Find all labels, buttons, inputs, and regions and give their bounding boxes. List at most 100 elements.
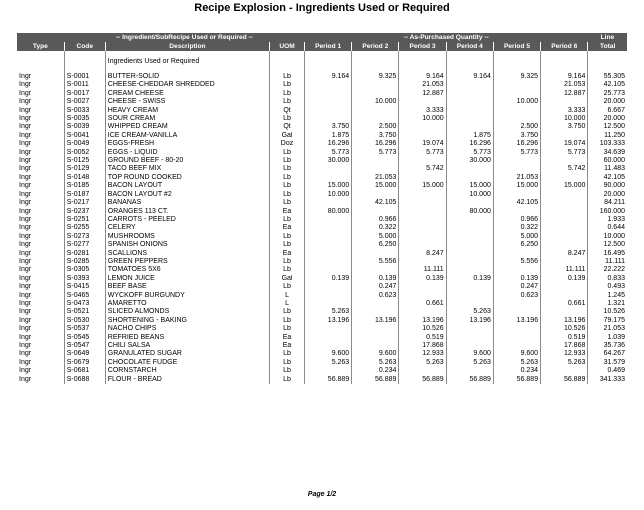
cell-type: Ingr: [19, 266, 32, 274]
cell-type: Ingr: [19, 106, 32, 114]
cell-description: CHILI SALSA: [104, 342, 270, 351]
table-row: Ingr S-0052 EGGS - LIQUID Lb 5.773 5.773 5.773…: [17, 148, 627, 158]
cell-period-6: 11.111: [540, 266, 588, 275]
cell-type: Ingr: [19, 274, 32, 282]
cell-period-5: [492, 89, 541, 99]
cell-period-5: 5.773: [492, 148, 541, 158]
cell-total: 55.305: [587, 73, 627, 82]
cell-period-2: 16.296: [351, 140, 399, 149]
cell-description: GREEN PEPPERS: [104, 257, 270, 267]
cell-code: S-0465: [63, 291, 106, 300]
cell-period-2: [351, 308, 399, 317]
table-row: Ingr S-0027 CHEESE - SWISS Lb 10.000 10.000 20…: [17, 98, 627, 107]
cell-period-1: [303, 224, 352, 233]
cell-period-3: 13.196: [398, 316, 447, 326]
cell-period-2: 2.500: [351, 123, 399, 132]
cell-period-5: [492, 333, 541, 342]
cell-period-1: 15.000: [303, 182, 352, 191]
cell-period-3: [398, 157, 447, 166]
cell-code: S-0187: [63, 190, 106, 200]
cell-type: Ingr: [19, 123, 32, 131]
table-row: Ingr S-0465 WYCKOFF BURGUNDY L 0.623 0.623 1.2…: [17, 291, 627, 300]
cell-description: TACO BEEF MIX: [104, 165, 270, 174]
cell-code: S-0001: [63, 73, 106, 82]
cell-period-3: [398, 308, 447, 317]
cell-total: 1.039: [587, 333, 627, 342]
table-row: Ingr S-0001 BUTTER-SOLID Lb 9.164 9.325 9.164 9…: [17, 73, 627, 82]
cell-type: Ingr: [19, 367, 32, 375]
cell-uom: Lb: [269, 81, 305, 90]
cell-code: S-0217: [63, 199, 106, 208]
cell-code: S-0041: [63, 131, 106, 141]
cell-period-2: 0.322: [351, 224, 399, 233]
cell-total: 6.667: [587, 106, 627, 116]
table-row: Ingr S-0393 LEMON JUICE Gal 0.139 0.139 0.139 0…: [17, 274, 627, 284]
cell-period-4: 13.196: [445, 316, 494, 326]
cell-period-4: [445, 283, 494, 292]
cell-period-1: 0.139: [303, 274, 352, 284]
cell-period-5: [492, 207, 541, 216]
table-row: Ingr S-0681 CORNSTARCH Lb 0.234 0.234 0.469: [17, 367, 627, 376]
cell-period-5: [492, 342, 541, 351]
cell-period-4: 80.000: [445, 207, 494, 216]
cell-period-1: [303, 215, 352, 225]
cell-period-4: 15.000: [445, 182, 494, 191]
cell-type: Ingr: [19, 165, 32, 173]
cell-period-5: 0.966: [492, 215, 541, 225]
cell-period-1: [303, 325, 352, 334]
cell-period-6: [540, 131, 588, 141]
cell-period-2: 9.325: [351, 73, 399, 82]
cell-type: Ingr: [19, 215, 32, 223]
cell-period-3: 5.742: [398, 165, 447, 174]
cell-period-1: [303, 199, 352, 208]
cell-period-3: 5.773: [398, 148, 447, 158]
section-label: Ingredients Used or Required: [104, 55, 270, 69]
table-row: Ingr S-0187 BACON LAYOUT #2 Lb 10.000 10.000 2…: [17, 190, 627, 200]
cell-total: 11.250: [587, 131, 627, 141]
table-row: Ingr S-0041 ICE CREAM-VANILLA Gal 1.875 3.750…: [17, 131, 627, 141]
cell-period-4: [445, 342, 494, 351]
cell-period-4: [445, 165, 494, 174]
cell-type: Ingr: [19, 283, 32, 291]
cell-period-2: 0.139: [351, 274, 399, 284]
cell-code: S-0545: [63, 333, 106, 342]
cell-period-2: 5.773: [351, 148, 399, 158]
table-row: Ingr S-0305 TOMATOES 5X6 Lb 11.111 11.111 22.2…: [17, 266, 627, 275]
cell-type: Ingr: [19, 157, 32, 165]
cell-type: Ingr: [19, 131, 32, 139]
cell-uom: Lb: [269, 308, 305, 317]
table-row: Ingr S-0251 CARROTS - PEELED Lb 0.966 0.966 1.…: [17, 215, 627, 225]
header-spacer: [17, 33, 65, 42]
cell-total: 12.500: [587, 123, 627, 132]
cell-period-1: [303, 291, 352, 300]
cell-period-4: 9.164: [445, 73, 494, 82]
cell-total: 11.111: [587, 257, 627, 267]
cell-period-6: 9.164: [540, 73, 588, 82]
cell-period-5: [492, 249, 541, 258]
cell-period-1: [303, 98, 352, 107]
cell-period-4: [445, 106, 494, 116]
cell-code: S-0679: [63, 358, 106, 368]
cell-code: S-0255: [63, 224, 106, 233]
cell-period-6: [540, 199, 588, 208]
cell-period-5: 16.296: [492, 140, 541, 149]
cell-type: Ingr: [19, 257, 32, 265]
cell-period-5: [492, 308, 541, 317]
table-row: Ingr S-0285 GREEN PEPPERS Lb 5.556 5.556 11.11…: [17, 257, 627, 267]
cell-period-2: 9.600: [351, 350, 399, 359]
cell-period-4: [445, 291, 494, 300]
cell-period-4: [445, 215, 494, 225]
cell-period-3: 10.000: [398, 115, 447, 124]
table-row: Ingr S-0148 TOP ROUND COOKED Lb 21.053 21.053…: [17, 173, 627, 183]
table-row: Ingr S-0281 SCALLIONS Ea 8.247 8.247 16.495: [17, 249, 627, 258]
cell-period-5: 21.053: [492, 173, 541, 183]
cell-period-1: 9.600: [303, 350, 352, 359]
cell-period-6: [540, 207, 588, 216]
cell-period-2: 0.623: [351, 291, 399, 300]
cell-period-3: 21.053: [398, 81, 447, 90]
cell-total: 22.222: [587, 266, 627, 275]
column-header-period-2: Period 2: [351, 42, 399, 51]
cell-period-3: 9.164: [398, 73, 447, 82]
cell-code: S-0521: [63, 308, 106, 317]
cell-period-1: [303, 299, 352, 309]
